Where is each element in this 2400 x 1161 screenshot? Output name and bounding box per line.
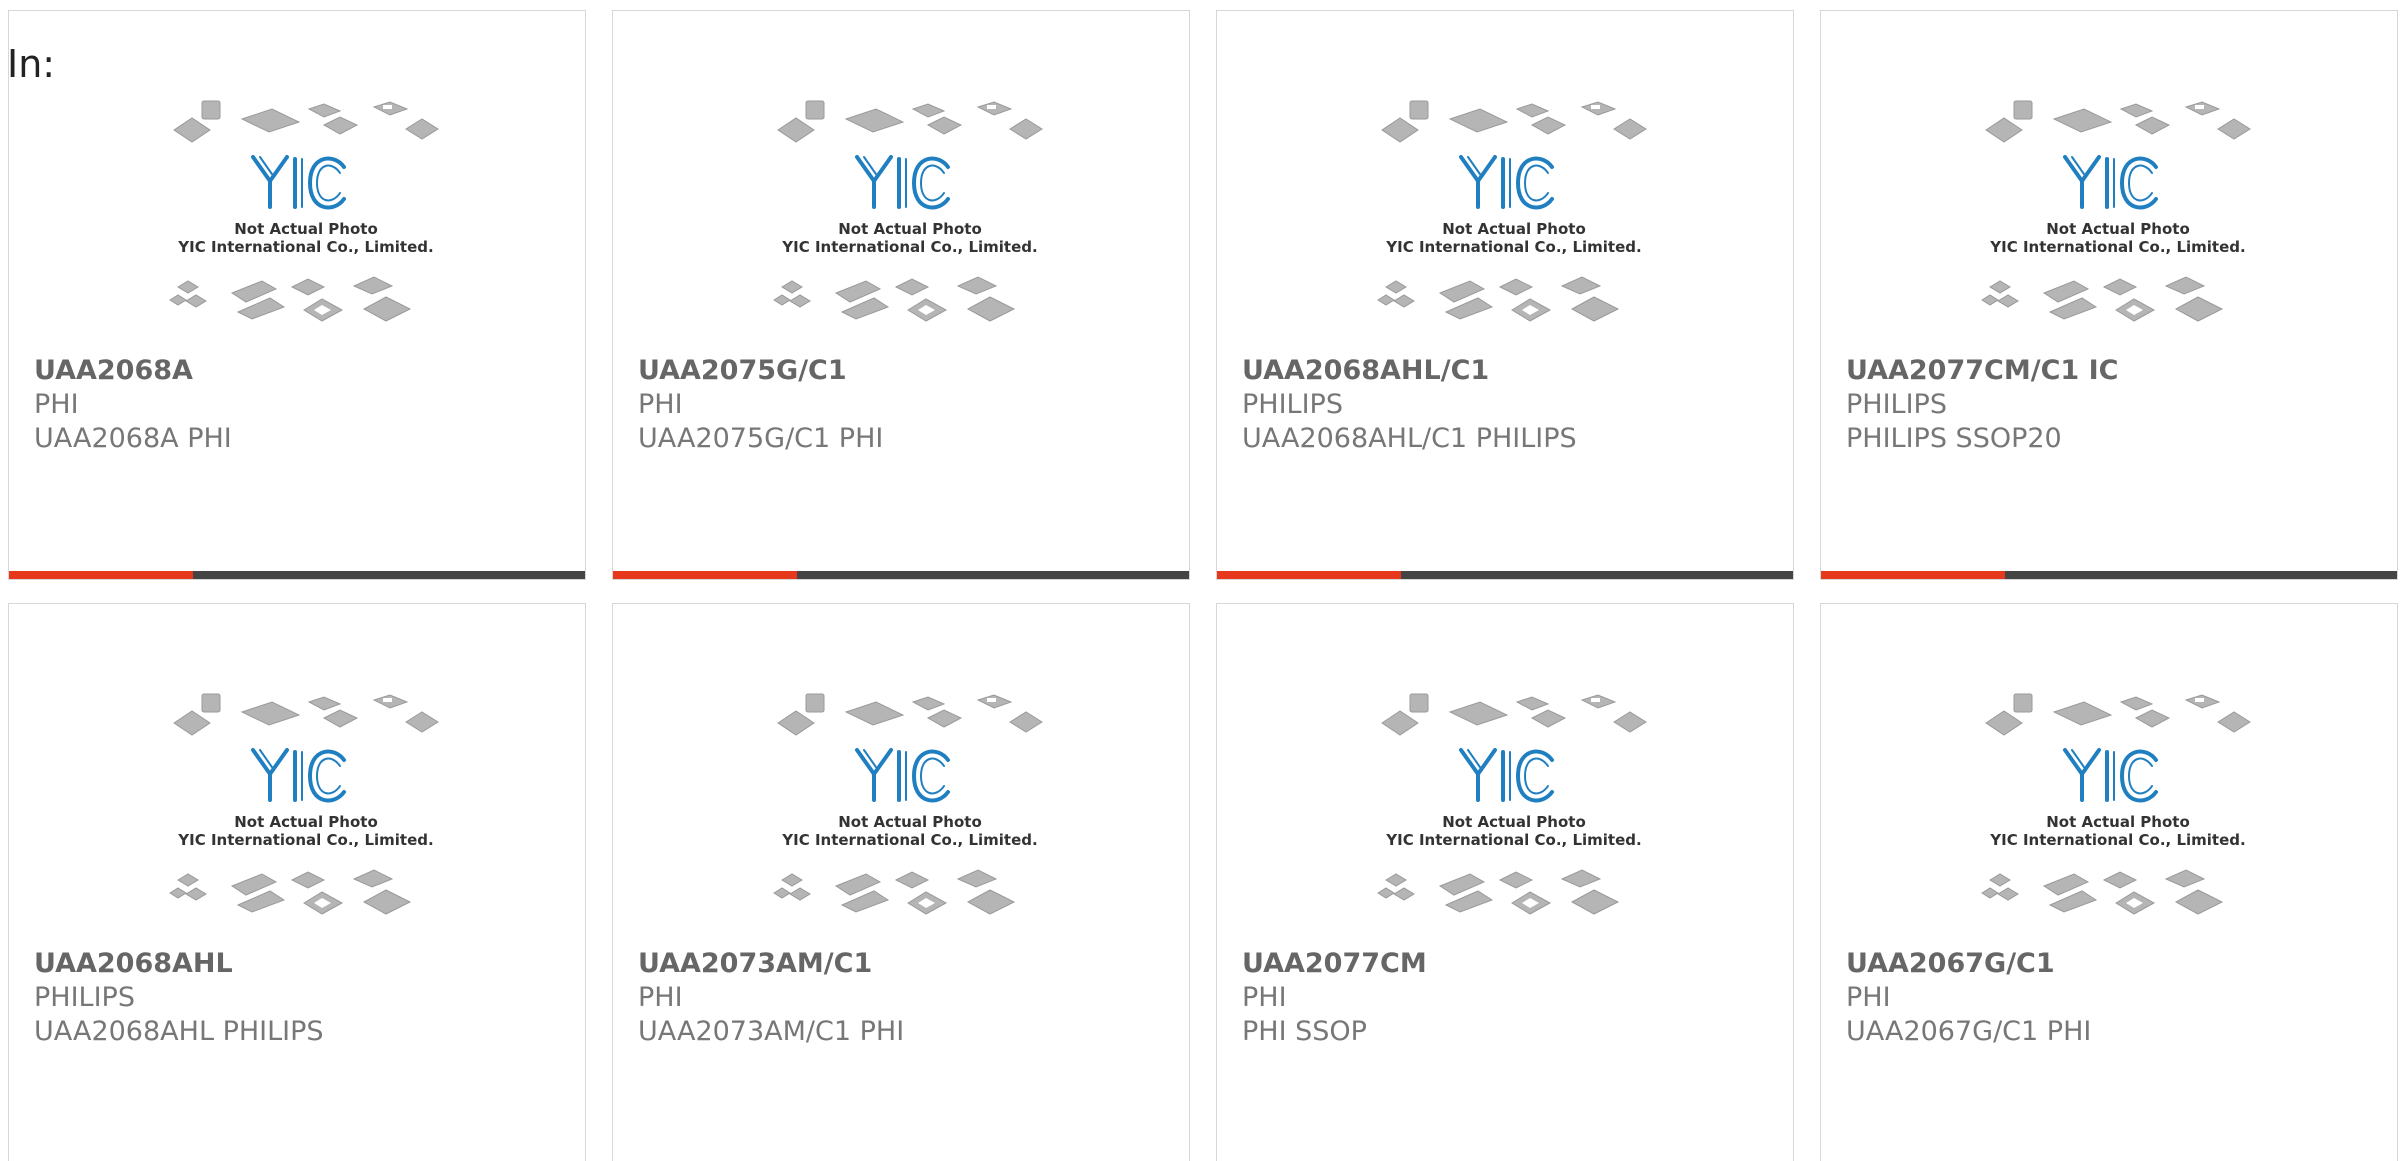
card-bar-accent xyxy=(1821,571,2006,579)
card-bottom-bar xyxy=(613,571,1189,579)
product-card[interactable]: Not Actual Photo YIC International Co., … xyxy=(1216,10,1794,580)
product-card[interactable]: Not Actual Photo YIC International Co., … xyxy=(612,603,1190,1161)
product-grid: Not Actual Photo YIC International Co., … xyxy=(8,10,2400,1161)
product-description: UAA2067G/C1 PHI xyxy=(1846,1016,2092,1047)
product-info: UAA2077CM PHI PHI SSOP xyxy=(1242,947,1783,1049)
product-brand: PHI xyxy=(638,982,683,1013)
product-part-number[interactable]: UAA2077CM xyxy=(1242,947,1783,981)
product-part-number[interactable]: UAA2073AM/C1 xyxy=(638,947,1179,981)
product-card[interactable]: Not Actual Photo YIC International Co., … xyxy=(8,10,586,580)
placeholder-caption-line1: Not Actual Photo xyxy=(234,220,378,238)
product-description: UAA2075G/C1 PHI xyxy=(638,423,884,454)
product-info: UAA2073AM/C1 PHI UAA2073AM/C1 PHI xyxy=(638,947,1179,1049)
product-description: PHILIPS SSOP20 xyxy=(1846,423,2062,454)
placeholder-caption-line1: Not Actual Photo xyxy=(838,813,982,831)
product-placeholder-image: Not Actual Photo YIC International Co., … xyxy=(164,690,448,934)
product-description: UAA2073AM/C1 PHI xyxy=(638,1016,905,1047)
placeholder-caption-line2: YIC International Co., Limited. xyxy=(1989,831,2245,849)
placeholder-caption-line1: Not Actual Photo xyxy=(1442,813,1586,831)
product-card[interactable]: Not Actual Photo YIC International Co., … xyxy=(1820,10,2398,580)
product-part-number[interactable]: UAA2068A xyxy=(34,354,575,388)
product-brand: PHI xyxy=(1242,982,1287,1013)
chip-placeholder-graphic: Not Actual Photo YIC International Co., … xyxy=(1981,693,2251,915)
product-brand: PHILIPS xyxy=(1846,389,1947,420)
product-part-number[interactable]: UAA2077CM/C1 IC xyxy=(1846,354,2387,388)
placeholder-caption-line2: YIC International Co., Limited. xyxy=(177,238,433,256)
product-placeholder-image: Not Actual Photo YIC International Co., … xyxy=(1976,690,2260,934)
product-info: UAA2075G/C1 PHI UAA2075G/C1 PHI xyxy=(638,354,1179,456)
product-brand: PHI xyxy=(34,389,79,420)
product-info: UAA2068AHL/C1 PHILIPS UAA2068AHL/C1 PHIL… xyxy=(1242,354,1783,456)
card-bottom-bar xyxy=(1821,571,2397,579)
product-placeholder-image: Not Actual Photo YIC International Co., … xyxy=(1976,97,2260,341)
chip-placeholder-graphic: Not Actual Photo YIC International Co., … xyxy=(773,100,1043,322)
product-description: UAA2068AHL PHILIPS xyxy=(34,1016,324,1047)
placeholder-caption-line2: YIC International Co., Limited. xyxy=(781,831,1037,849)
product-part-number[interactable]: UAA2068AHL/C1 xyxy=(1242,354,1783,388)
product-brand: PHI xyxy=(638,389,683,420)
product-placeholder-image: Not Actual Photo YIC International Co., … xyxy=(164,97,448,341)
placeholder-caption-line2: YIC International Co., Limited. xyxy=(1989,238,2245,256)
placeholder-caption-line1: Not Actual Photo xyxy=(2046,220,2190,238)
product-part-number[interactable]: UAA2075G/C1 xyxy=(638,354,1179,388)
placeholder-caption-line2: YIC International Co., Limited. xyxy=(1385,238,1641,256)
chip-placeholder-graphic: Not Actual Photo YIC International Co., … xyxy=(169,100,439,322)
placeholder-caption-line1: Not Actual Photo xyxy=(838,220,982,238)
chip-placeholder-graphic: Not Actual Photo YIC International Co., … xyxy=(1377,100,1647,322)
product-placeholder-image: Not Actual Photo YIC International Co., … xyxy=(768,690,1052,934)
product-brand: PHILIPS xyxy=(1242,389,1343,420)
product-info: UAA2067G/C1 PHI UAA2067G/C1 PHI xyxy=(1846,947,2387,1049)
product-info: UAA2068A PHI UAA2068A PHI xyxy=(34,354,575,456)
in-label: In: xyxy=(7,42,56,86)
product-grid-page: In: Not Actual Photo YIC International C… xyxy=(0,0,2400,1161)
product-card[interactable]: Not Actual Photo YIC International Co., … xyxy=(612,10,1190,580)
product-brand: PHILIPS xyxy=(34,982,135,1013)
placeholder-caption-line1: Not Actual Photo xyxy=(1442,220,1586,238)
placeholder-caption-line1: Not Actual Photo xyxy=(2046,813,2190,831)
product-part-number[interactable]: UAA2067G/C1 xyxy=(1846,947,2387,981)
card-bar-accent xyxy=(9,571,194,579)
placeholder-caption-line2: YIC International Co., Limited. xyxy=(177,831,433,849)
placeholder-caption-line2: YIC International Co., Limited. xyxy=(781,238,1037,256)
product-description: PHI SSOP xyxy=(1242,1016,1367,1047)
product-part-number[interactable]: UAA2068AHL xyxy=(34,947,575,981)
product-placeholder-image: Not Actual Photo YIC International Co., … xyxy=(1372,97,1656,341)
product-description: UAA2068A PHI xyxy=(34,423,232,454)
card-bar-accent xyxy=(1217,571,1402,579)
product-placeholder-image: Not Actual Photo YIC International Co., … xyxy=(768,97,1052,341)
chip-placeholder-graphic: Not Actual Photo YIC International Co., … xyxy=(1981,100,2251,322)
chip-placeholder-graphic: Not Actual Photo YIC International Co., … xyxy=(773,693,1043,915)
card-bar-accent xyxy=(613,571,798,579)
product-placeholder-image: Not Actual Photo YIC International Co., … xyxy=(1372,690,1656,934)
product-card[interactable]: Not Actual Photo YIC International Co., … xyxy=(8,603,586,1161)
chip-placeholder-graphic: Not Actual Photo YIC International Co., … xyxy=(169,693,439,915)
product-info: UAA2077CM/C1 IC PHILIPS PHILIPS SSOP20 xyxy=(1846,354,2387,456)
product-description: UAA2068AHL/C1 PHILIPS xyxy=(1242,423,1577,454)
placeholder-caption-line2: YIC International Co., Limited. xyxy=(1385,831,1641,849)
card-bottom-bar xyxy=(9,571,585,579)
card-bottom-bar xyxy=(1217,571,1793,579)
chip-placeholder-graphic: Not Actual Photo YIC International Co., … xyxy=(1377,693,1647,915)
product-info: UAA2068AHL PHILIPS UAA2068AHL PHILIPS xyxy=(34,947,575,1049)
product-brand: PHI xyxy=(1846,982,1891,1013)
product-card[interactable]: Not Actual Photo YIC International Co., … xyxy=(1820,603,2398,1161)
placeholder-caption-line1: Not Actual Photo xyxy=(234,813,378,831)
product-card[interactable]: Not Actual Photo YIC International Co., … xyxy=(1216,603,1794,1161)
